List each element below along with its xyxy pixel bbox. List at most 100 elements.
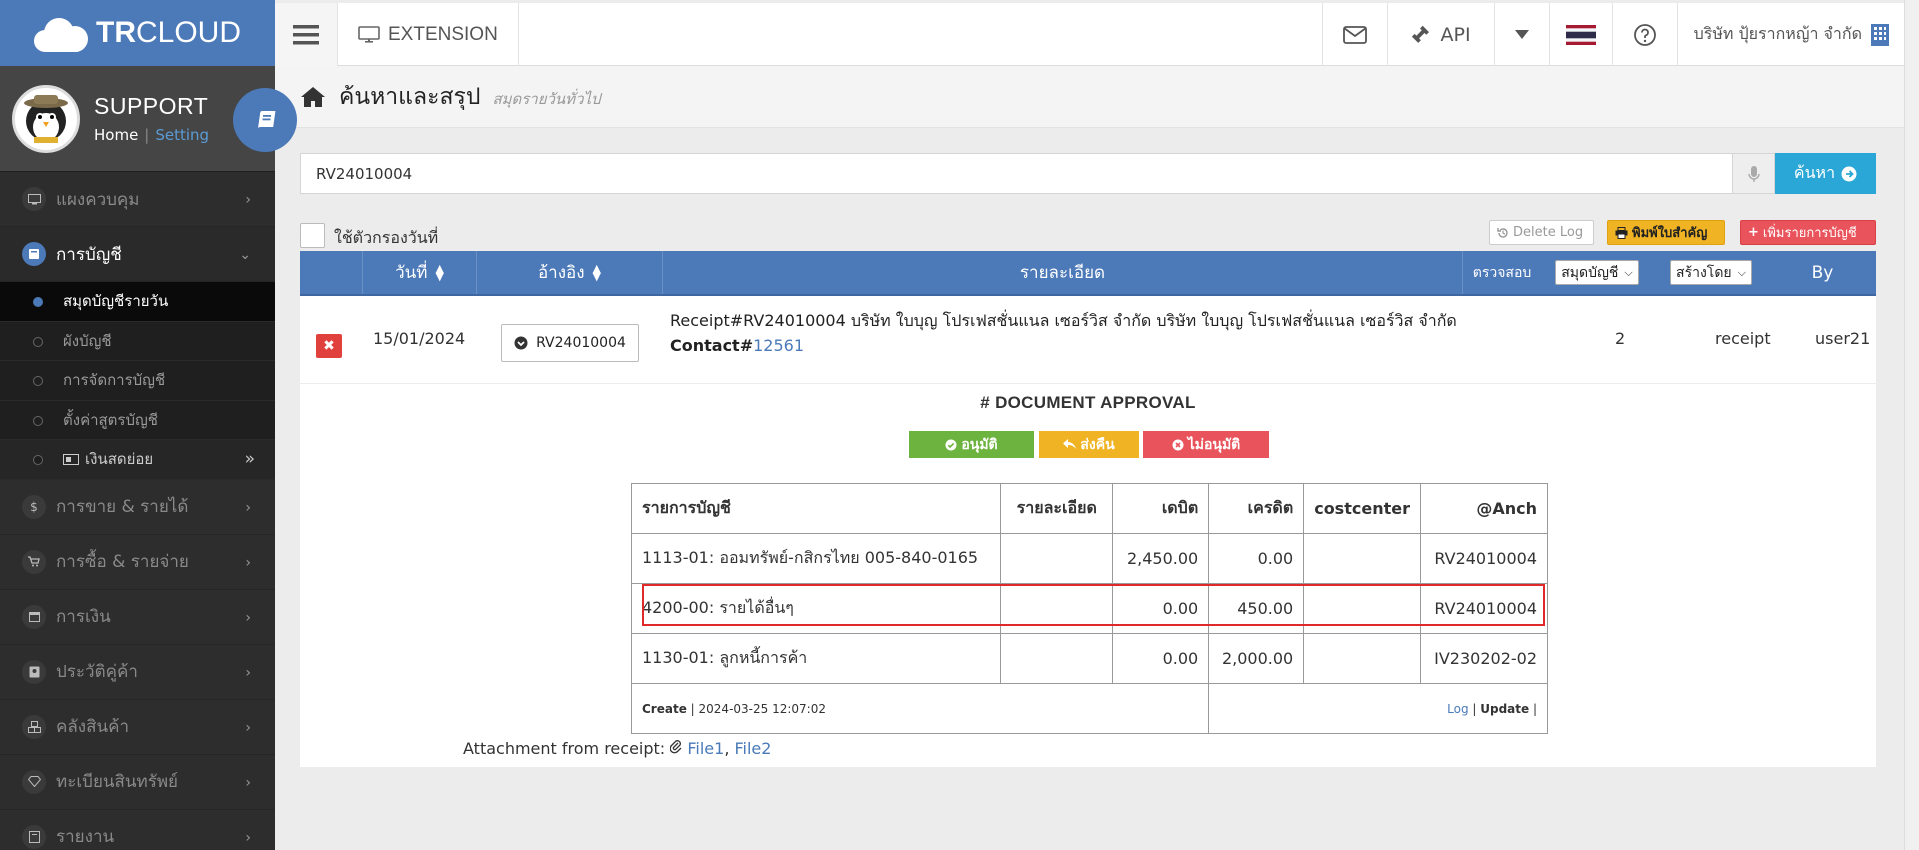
page-scrollbar[interactable] xyxy=(1904,0,1919,850)
chevron-down-icon: ⌵ xyxy=(1737,265,1746,279)
delete-row-button[interactable]: ✖ xyxy=(316,334,342,358)
language-button[interactable] xyxy=(1548,3,1612,66)
avatar[interactable] xyxy=(12,84,80,153)
ledger-row: 1130-01: ลูกหนี้การค้า 0.00 2,000.00 IV2… xyxy=(630,633,1549,684)
date-filter-checkbox[interactable] xyxy=(300,223,325,248)
row-detail: Receipt#RV24010004 บริษัท ใบบุญ โปรเฟสชั… xyxy=(670,311,1457,355)
sidebar-item-inventory[interactable]: คลังสินค้า › xyxy=(0,700,275,755)
file1-link[interactable]: File1 xyxy=(687,739,724,758)
page-subtitle: สมุดรายวันทั่วไป xyxy=(492,89,601,108)
update-link[interactable]: Update xyxy=(1480,702,1529,716)
delete-log-button[interactable]: Delete Log xyxy=(1489,220,1594,245)
thai-flag-icon xyxy=(1565,24,1596,45)
profile-name: SUPPORT xyxy=(94,93,209,119)
times-circle-icon xyxy=(1172,439,1184,450)
column-detail: รายละเอียด xyxy=(663,251,1463,294)
sidebar-item-account-management[interactable]: การจัดการบัญชี xyxy=(0,361,275,401)
sidebar-item-journal[interactable]: สมุดบัญชีรายวัน xyxy=(0,282,275,322)
creator-filter-select[interactable]: สร้างโดย ⌵ xyxy=(1670,260,1752,285)
file2-link[interactable]: File2 xyxy=(735,739,772,758)
journal-book-icon[interactable] xyxy=(233,88,297,152)
report-icon xyxy=(22,824,46,849)
sidebar-item-chart-of-accounts[interactable]: ผังบัญชี xyxy=(0,322,275,361)
page-header: ค้นหาและสรุป สมุดรายวันทั่วไป xyxy=(275,66,1904,128)
api-button[interactable]: API xyxy=(1386,3,1494,66)
chevron-right-icon: › xyxy=(245,719,251,736)
check-circle-icon xyxy=(945,439,957,450)
approve-button[interactable]: อนุมัติ xyxy=(909,431,1034,458)
chevron-right-icon: › xyxy=(245,829,251,846)
document-approval-title: # DOCUMENT APPROVAL xyxy=(980,393,1196,412)
double-chevron-right-icon: » xyxy=(244,449,255,469)
ledger-footer-row: Create | 2024-03-25 12:07:02 Log | Updat… xyxy=(630,683,1548,734)
history-icon xyxy=(1497,227,1508,238)
contact-link[interactable]: 12561 xyxy=(753,336,804,355)
book-icon xyxy=(22,242,46,266)
menu-toggle-button[interactable] xyxy=(275,3,338,66)
column-reference[interactable]: อ้างอิง ▲ ▼ xyxy=(477,251,663,294)
add-journal-entry-button[interactable]: + เพิ่มรายการบัญชี xyxy=(1740,220,1876,245)
plug-icon xyxy=(1411,25,1429,43)
sidebar-item-account-formula[interactable]: ตั้งค่าสูตรบัญชี xyxy=(0,401,275,440)
sidebar-item-petty-cash[interactable]: เงินสดย่อย » xyxy=(0,440,275,480)
microphone-button[interactable] xyxy=(1732,153,1775,194)
reference-button[interactable]: RV24010004 xyxy=(501,324,639,362)
diamond-icon xyxy=(22,769,46,794)
row-date: 15/01/2024 xyxy=(373,329,466,348)
chevron-right-icon: › xyxy=(245,664,251,681)
page-title: ค้นหาและสรุป xyxy=(339,83,481,110)
row-check-count: 2 xyxy=(1615,329,1626,348)
sidebar-item-reports[interactable]: รายงาน › xyxy=(0,810,275,850)
sidebar-item-purchase[interactable]: การซื้อ & รายจ่าย › xyxy=(0,535,275,590)
plus-icon: + xyxy=(1748,225,1759,240)
book-filter-select[interactable]: สมุดบัญชี ⌵ xyxy=(1555,260,1639,285)
date-filter-label: ใช้ตัวกรองวันที่ xyxy=(334,228,439,247)
contact-card-icon xyxy=(22,659,46,684)
search-input[interactable] xyxy=(300,153,1732,194)
setting-link[interactable]: Setting xyxy=(155,126,209,144)
table-row[interactable]: ✖ 15/01/2024 RV24010004 Receipt#RV240100… xyxy=(300,296,1876,384)
home-link[interactable]: Home xyxy=(94,126,138,144)
ledger-row-highlighted: 4200-00: รายได้อื่นๆ 0.00 450.00 RV24010… xyxy=(630,583,1549,634)
chevron-right-icon: › xyxy=(245,774,251,791)
column-date[interactable]: วันที่ ▲ ▼ xyxy=(363,251,477,294)
sidebar-item-finance[interactable]: การเงิน › xyxy=(0,590,275,645)
microphone-icon xyxy=(1747,165,1760,182)
home-icon[interactable] xyxy=(301,86,325,108)
journal-table: วันที่ ▲ ▼ อ้างอิง ▲ ▼ รายละเอียด ตรวจสอบ … xyxy=(300,251,1876,767)
sidebar-item-assets[interactable]: ทะเบียนสินทรัพย์ › xyxy=(0,755,275,810)
return-button[interactable]: ส่งคืน xyxy=(1039,431,1139,458)
link-separator: | xyxy=(144,126,150,144)
cloud-icon xyxy=(30,14,90,52)
cart-icon xyxy=(22,549,46,574)
dropdown-button[interactable] xyxy=(1493,3,1549,66)
chevron-right-icon: › xyxy=(245,554,251,571)
brand-name: TRCLOUD xyxy=(96,16,242,49)
help-button[interactable] xyxy=(1611,3,1677,66)
log-link[interactable]: Log xyxy=(1447,702,1468,716)
sidebar-item-dashboard[interactable]: แผงควบคุม › xyxy=(0,172,275,227)
chevron-right-icon: › xyxy=(245,609,251,626)
print-voucher-button[interactable]: พิมพ์ใบสำคัญ xyxy=(1607,220,1725,245)
extension-button[interactable]: EXTENSION xyxy=(338,3,519,66)
chevron-down-icon: ⌵ xyxy=(1624,265,1633,279)
chevron-down-icon: ⌄ xyxy=(239,247,251,263)
chevron-right-icon: › xyxy=(245,192,251,208)
row-user: user21 xyxy=(1815,329,1871,348)
table-header: วันที่ ▲ ▼ อ้างอิง ▲ ▼ รายละเอียด ตรวจสอบ … xyxy=(300,251,1876,296)
search-bar: ค้นหา xyxy=(300,153,1876,194)
mail-button[interactable] xyxy=(1321,3,1387,66)
sort-icon: ▲ ▼ xyxy=(592,261,602,283)
sidebar-item-accounting[interactable]: การบัญชี ⌄ xyxy=(0,227,275,282)
ledger-row: 1113-01: ออมทรัพย์-กสิกรไทย 005-840-0165… xyxy=(630,533,1549,584)
question-circle-icon xyxy=(1633,23,1656,46)
brand-logo[interactable]: TRCLOUD xyxy=(0,0,275,66)
company-selector[interactable]: บริษัท ปุ้ยรากหญ้า จำกัด xyxy=(1676,3,1904,66)
reject-button[interactable]: ไม่อนุมัติ xyxy=(1143,431,1269,458)
cubes-icon xyxy=(22,714,46,739)
sidebar-item-sales[interactable]: $ การขาย & รายได้ › xyxy=(0,480,275,535)
search-button[interactable]: ค้นหา xyxy=(1775,153,1876,194)
reply-icon xyxy=(1063,439,1077,449)
sidebar-item-contacts[interactable]: ประวัติคู่ค้า › xyxy=(0,645,275,700)
row-book: receipt xyxy=(1715,329,1771,348)
